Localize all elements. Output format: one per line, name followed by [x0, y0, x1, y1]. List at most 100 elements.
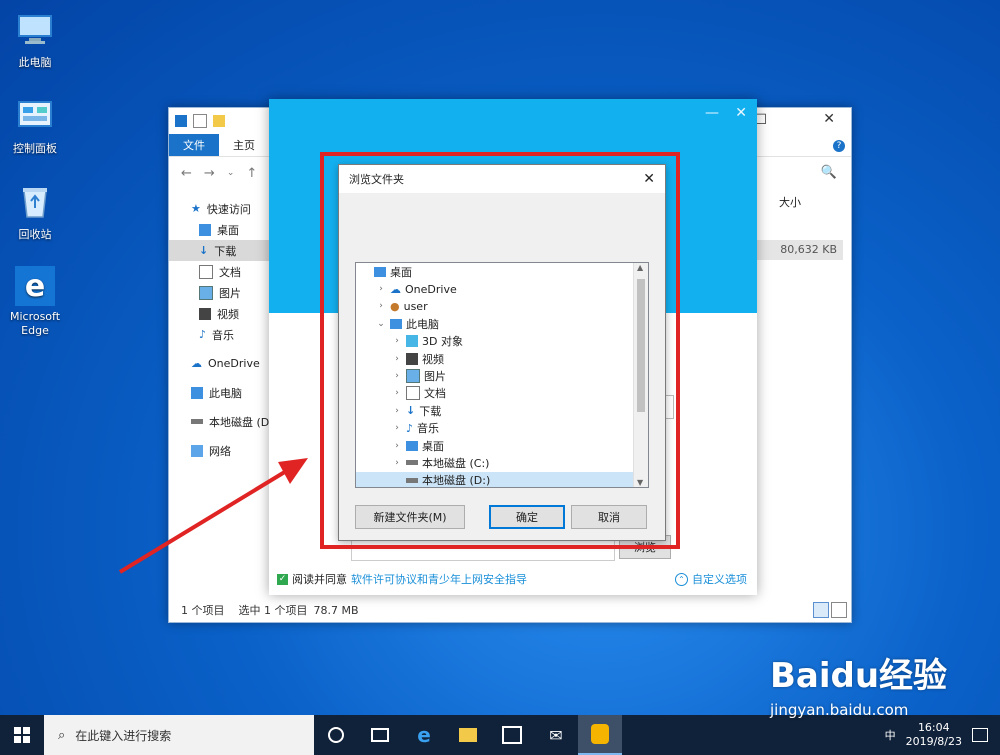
nav-this-pc[interactable]: 此电脑: [169, 382, 269, 403]
mail-icon: ✉: [549, 725, 563, 745]
nav-label: 文档: [219, 265, 241, 279]
nav-label: 快速访问: [206, 202, 251, 216]
close-button[interactable]: ✕: [823, 111, 835, 127]
nav-label: 音乐: [212, 328, 235, 342]
watermark-url: jingyan.baidu.com: [770, 701, 909, 719]
cloud-icon: ☁: [191, 357, 202, 370]
nav-label: OneDrive: [208, 357, 260, 370]
edge-icon: e: [15, 266, 55, 306]
taskbar-store[interactable]: [490, 715, 534, 755]
close-button[interactable]: ✕: [735, 105, 747, 121]
status-item-count: 1 个项目: [181, 604, 225, 617]
desktop-icon-label: Microsoft Edge: [9, 310, 61, 337]
desktop-icon-edge[interactable]: e Microsoft Edge: [0, 266, 70, 338]
nav-label: 图片: [219, 286, 241, 300]
chevron-up-icon: ⌃: [675, 572, 688, 586]
ime-indicator[interactable]: 中: [885, 727, 896, 743]
file-size: 80,632 KB: [780, 243, 837, 256]
search-placeholder: 在此键入进行搜索: [75, 728, 172, 743]
computer-icon: [15, 10, 55, 50]
nav-desktop[interactable]: 桌面: [169, 219, 269, 240]
properties-icon[interactable]: [193, 114, 207, 128]
cortana-icon: [328, 727, 344, 743]
annotation-highlight-box: [320, 152, 680, 549]
computer-icon: [191, 386, 203, 399]
disk-icon: [191, 419, 203, 424]
nav-label: 桌面: [217, 223, 239, 237]
clock[interactable]: 16:04 2019/8/23: [906, 721, 962, 749]
baidu-watermark: Baidu经验 jingyan.baidu.com: [770, 648, 947, 719]
taskbar-search[interactable]: ⌕ 在此键入进行搜索: [44, 715, 314, 755]
large-icons-view-icon[interactable]: [831, 602, 847, 618]
help-icon[interactable]: ?: [833, 140, 845, 152]
nav-label: 下载: [214, 244, 237, 258]
recycle-bin-icon: [15, 182, 55, 222]
notification-icon[interactable]: [972, 728, 988, 742]
nav-downloads[interactable]: ↓ 下载: [169, 240, 269, 261]
navigation-pane: ★ 快速访问 桌面 ↓ 下载 文档 图片 视频 ♪ 音乐 ☁ OneDrive …: [169, 198, 277, 461]
taskbar-edge[interactable]: e: [402, 715, 446, 755]
desktop-icon: [199, 223, 211, 236]
recent-dropdown-icon[interactable]: ⌄: [227, 168, 235, 178]
control-panel-icon: [15, 96, 55, 136]
store-icon: [502, 726, 522, 744]
start-button[interactable]: [0, 715, 44, 755]
download-arrow-icon: [175, 115, 187, 127]
nav-documents[interactable]: 文档: [169, 261, 269, 282]
music-icon: ♪: [199, 328, 207, 341]
custom-options-link[interactable]: ⌃ 自定义选项: [675, 571, 747, 587]
cortana-button[interactable]: [314, 715, 358, 755]
search-icon[interactable]: 🔍: [821, 165, 837, 180]
folder-icon: [459, 728, 477, 742]
up-icon[interactable]: ↑: [246, 166, 257, 181]
document-icon: [199, 264, 213, 279]
nav-pictures[interactable]: 图片: [169, 282, 269, 303]
star-icon: ★: [191, 202, 201, 215]
task-view-button[interactable]: [358, 715, 402, 755]
clock-time: 16:04: [917, 721, 950, 734]
nav-onedrive[interactable]: ☁ OneDrive: [169, 353, 269, 374]
annotation-arrow: [118, 458, 308, 574]
taskbar: ⌕ 在此键入进行搜索 e ✉ 中 16:04 2019/8/23: [0, 715, 1000, 755]
taskbar-mail[interactable]: ✉: [534, 715, 578, 755]
desktop-icon-control-panel[interactable]: 控制面板: [0, 96, 70, 156]
custom-options-label: 自定义选项: [692, 573, 747, 586]
tab-home[interactable]: 主页: [219, 134, 269, 156]
qq-icon: [591, 724, 609, 744]
minimize-button[interactable]: —: [705, 105, 719, 121]
status-selected: 选中 1 个项目: [238, 604, 308, 617]
windows-logo-icon: [14, 727, 30, 743]
status-size: 78.7 MB: [313, 603, 359, 617]
download-icon: ↓: [199, 244, 209, 257]
desktop-icon-this-pc[interactable]: 此电脑: [0, 10, 70, 70]
folder-icon[interactable]: [213, 115, 225, 127]
task-view-icon: [371, 728, 389, 742]
nav-label: 视频: [217, 307, 239, 321]
nav-quick-access[interactable]: ★ 快速访问: [169, 198, 269, 219]
desktop-icon-recycle-bin[interactable]: 回收站: [0, 182, 70, 242]
desktop-icon-label: 回收站: [18, 228, 52, 241]
system-tray: 中 16:04 2019/8/23: [885, 715, 1000, 755]
nav-music[interactable]: ♪ 音乐: [169, 324, 269, 345]
taskbar-file-explorer[interactable]: [446, 715, 490, 755]
forward-icon[interactable]: →: [204, 166, 215, 181]
edge-icon: e: [417, 723, 431, 747]
license-link[interactable]: 软件许可协议和青少年上网安全指导: [351, 571, 527, 587]
taskbar-qq-installer[interactable]: [578, 715, 622, 755]
status-bar: 1 个项目 选中 1 个项目 78.7 MB: [169, 598, 851, 622]
video-icon: [199, 307, 211, 320]
tab-file[interactable]: 文件: [169, 134, 219, 156]
desktop-icon-label: 此电脑: [18, 56, 52, 69]
nav-videos[interactable]: 视频: [169, 303, 269, 324]
back-icon[interactable]: ←: [181, 166, 192, 181]
search-icon: ⌕: [58, 727, 66, 743]
clock-date: 2019/8/23: [905, 735, 962, 748]
picture-icon: [199, 285, 213, 300]
file-row-selected[interactable]: 80,632 KB: [757, 240, 843, 260]
nav-local-disk-d[interactable]: 本地磁盘 (D:): [169, 411, 277, 432]
nav-label: 此电脑: [209, 386, 242, 400]
watermark-brand: Baidu经验: [770, 656, 948, 696]
nav-label: 本地磁盘 (D:): [209, 415, 278, 429]
column-header-size[interactable]: 大小: [779, 194, 801, 210]
details-view-icon[interactable]: [813, 602, 829, 618]
